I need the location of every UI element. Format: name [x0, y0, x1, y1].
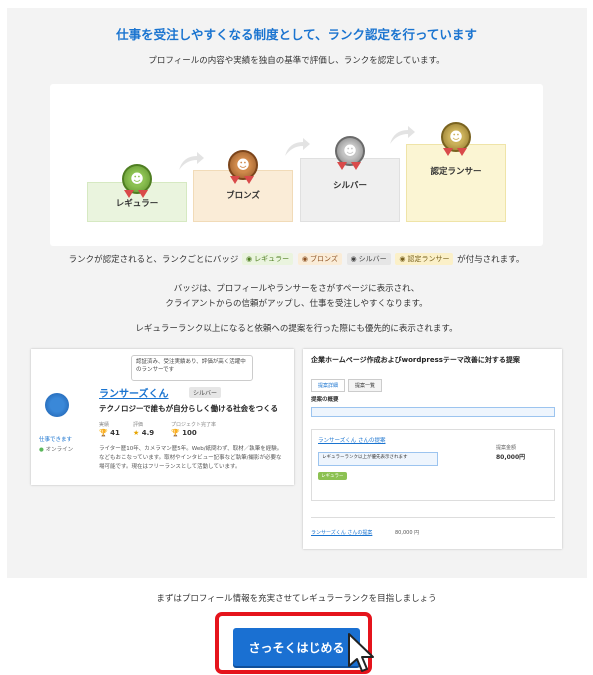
profile-bio: ライター歴10年、カメラマン歴5年。Web/紙問わず、取材／執筆を経験。などもお… [99, 446, 283, 470]
footer-proposal-price: 80,000 円 [395, 530, 420, 536]
rank-step-certified: 認定ランサー [406, 144, 506, 222]
page-title: 仕事を受注しやすくなる制度として、ランク認定を行っています [116, 27, 477, 42]
stat-completion: 🏆 100 [171, 429, 197, 437]
rank-label-regular: レギュラー [115, 199, 159, 209]
proposal-title: 企業ホームページ作成およびwordpressテーマ改善に対する提案 [311, 356, 520, 364]
badge-sentence-after: が付与されます。 [457, 255, 525, 265]
online-status: ● オンライン [39, 447, 74, 453]
proposal-example-screenshot: 企業ホームページ作成およびwordpressテーマ改善に対する提案 提案詳細 提… [303, 349, 562, 549]
call-to-action-text: まずはプロフィール情報を充実させてレギュラーランクを目指しましょう [156, 594, 437, 604]
profile-name[interactable]: ランサーズくん [99, 385, 169, 400]
silver-badge: ◉ シルバー [346, 253, 391, 265]
silver-badge: シルバー [189, 387, 222, 398]
lancer-proposal-link[interactable]: ランサーズくん さんの提案 [318, 436, 385, 444]
proposal-card: ランサーズくん さんの提案 レギュラーランク以上が優先表示されます レギュラー … [311, 429, 555, 501]
tab-proposal-detail[interactable]: 提案詳細 [311, 379, 346, 392]
proposal-price: 80,000円 [496, 454, 526, 461]
profile-tagline: テクノロジーで誰もが自分らしく働ける社会をつくる [99, 404, 278, 413]
priority-explanation: レギュラーランク以上になると依頼への提案を行った際にも優先的に表示されます。 [135, 324, 458, 334]
arrow-up-icon [390, 126, 415, 144]
regular-badge: ◉ レギュラー [242, 253, 294, 265]
proposal-info-box [311, 407, 555, 417]
proposal-tabs: 提案詳細 提案一覧 [311, 379, 383, 392]
mouse-cursor-icon [348, 633, 374, 672]
availability-status: 仕事できます [39, 437, 73, 443]
page-subtitle: プロフィールの内容や実績を独自の基準で評価し、ランクを認定しています。 [148, 56, 445, 66]
rank-label-bronze: ブロンズ [226, 191, 260, 201]
stat-rating: ★ 4.9 [133, 429, 155, 437]
rank-step-silver: シルバー [300, 158, 400, 222]
regular-badge: レギュラー [318, 472, 347, 480]
rank-label-silver: シルバー [332, 181, 367, 191]
footer-proposal-link[interactable]: ランサーズくん さんの提案 [311, 529, 372, 536]
get-started-button[interactable]: さっそくはじめる [233, 628, 360, 666]
arrow-up-icon [179, 152, 204, 170]
priority-tooltip: レギュラーランク以上が優先表示されます [318, 452, 438, 466]
stat-work-count: 🏆 41 [99, 429, 120, 437]
badge-explanation: バッジは、プロフィールやランサーをさがすページに表示され、 クライアントからの信… [165, 284, 428, 309]
avatar [45, 393, 69, 417]
rank-label-certified: 認定ランサー [430, 167, 482, 177]
rank-tooltip: 認証済み、受注実績あり、評価が高く活躍中のランサーです [131, 355, 253, 381]
tab-proposal-list[interactable]: 提案一覧 [348, 379, 383, 392]
badge-sentence-before: ランクが認定されると、ランクごとにバッジ [68, 255, 239, 265]
arrow-up-icon [285, 138, 310, 156]
proposal-section-title: 提案の概要 [311, 397, 339, 403]
certified-badge: ◉ 認定ランサー [395, 253, 454, 265]
bronze-badge: ◉ ブロンズ [297, 253, 342, 265]
rank-staircase-illustration: レギュラー ☻ ブロンズ ☻ シルバー ☻ 認定ランサー ☻ [50, 84, 543, 246]
badge-sentence: ランクが認定されると、ランクごとにバッジ ◉ レギュラー ◉ ブロンズ ◉ シルバー … [0, 253, 593, 265]
profile-example-screenshot: 認証済み、受注実績あり、評価が高く活躍中のランサーです 仕事できます ● オンラ… [31, 349, 294, 485]
